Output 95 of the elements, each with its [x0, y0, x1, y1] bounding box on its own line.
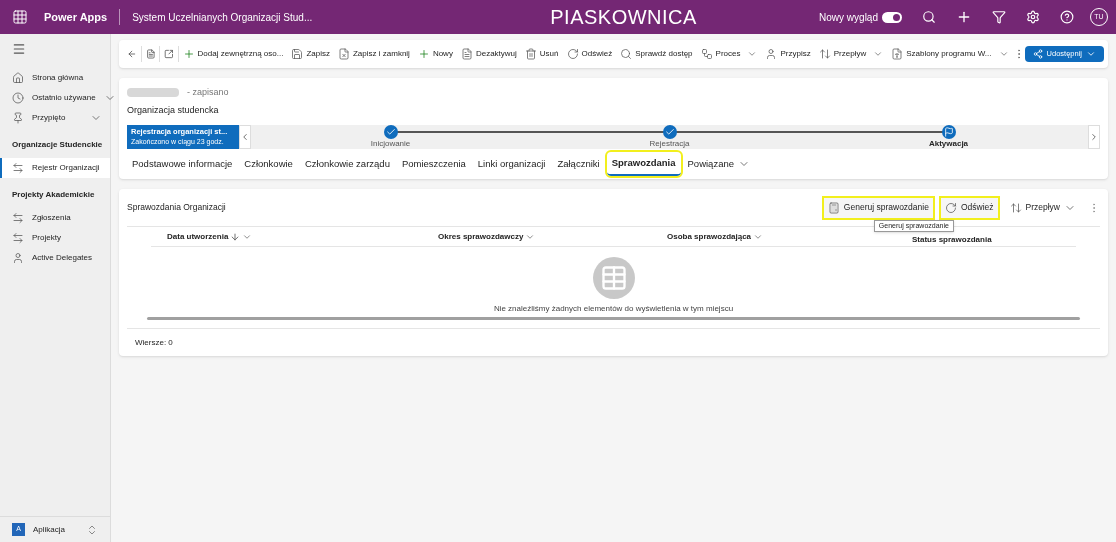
column-header[interactable]: Okres sprawozdawczy: [406, 230, 651, 243]
sidebar-item[interactable]: Projekty: [0, 228, 110, 248]
new-look-toggle[interactable]: [882, 11, 902, 23]
open-window-icon[interactable]: [164, 48, 174, 60]
share-icon: [1032, 49, 1043, 59]
filter-icon[interactable]: [992, 10, 1006, 24]
chevron-icon: [240, 131, 250, 143]
form-tab[interactable]: Załączniki: [552, 152, 605, 176]
redacted-name: [127, 88, 179, 98]
person-icon: [765, 48, 778, 60]
document-icon: [460, 48, 473, 60]
form-tab[interactable]: Linki organizacji: [472, 152, 551, 176]
refresh-icon: [566, 48, 579, 60]
document-icon: [891, 48, 904, 60]
app-launcher-icon[interactable]: [12, 9, 28, 25]
subgrid-action-button[interactable]: Odśwież: [940, 197, 998, 218]
plus-icon: [182, 48, 195, 60]
form-tab[interactable]: Członkowie zarządu: [299, 152, 395, 176]
form-tab[interactable]: Pomieszczenia: [396, 152, 471, 176]
settings-icon[interactable]: [1026, 10, 1040, 24]
command-button[interactable]: Dezaktywuj: [456, 48, 521, 60]
stage-marker[interactable]: [662, 125, 677, 139]
row-count: Wiersze: 0: [135, 336, 173, 349]
subgrid-action-button[interactable]: Generuj sprawozdanie: [823, 197, 933, 218]
person-icon: [12, 252, 24, 264]
app-title[interactable]: System Uczelnianych Organizacji Stud...: [132, 9, 313, 25]
home-icon: [12, 72, 24, 84]
check-icon: [385, 127, 396, 137]
form-tab[interactable]: Sprawozdania: [606, 152, 681, 176]
sidebar-item[interactable]: Przypięto: [0, 108, 110, 128]
check-icon: [664, 127, 675, 137]
stage-marker[interactable]: [383, 125, 398, 139]
column-header[interactable]: Data utworzenia: [151, 230, 406, 243]
new-look-label: Nowy wygląd: [819, 10, 878, 25]
stage-label: Inicjowanie: [370, 139, 411, 149]
document-icon[interactable]: [145, 48, 156, 60]
form-tab[interactable]: Powiązane: [682, 152, 755, 176]
chevron-icon: [1089, 131, 1099, 143]
subgrid-title: Sprawozdania Organizacji: [127, 201, 226, 214]
trash-icon: [524, 48, 537, 60]
form-tab[interactable]: Podstawowe informacje: [127, 152, 238, 176]
stage-label: Aktywacja: [928, 139, 969, 149]
plus-icon[interactable]: [956, 9, 972, 25]
command-button[interactable]: Szablony programu W...: [887, 48, 1013, 60]
save-status: - zapisano: [187, 86, 229, 99]
empty-message: Nie znaleźliśmy żadnych elementów do wyświetlenia w tym miejscu: [493, 303, 734, 315]
stage-label: Rejestracja: [649, 139, 690, 149]
flow-icon: [818, 48, 831, 60]
command-button[interactable]: Usuń: [520, 48, 563, 60]
back-icon[interactable]: [127, 48, 137, 60]
area-switcher[interactable]: Aplikacja: [33, 523, 78, 536]
save-icon: [291, 48, 304, 60]
form-tab[interactable]: Członkowie: [239, 152, 298, 176]
command-button[interactable]: Dodaj zewnętrzną oso...: [178, 48, 288, 60]
flow-icon: [1009, 201, 1022, 214]
app-name[interactable]: Power Apps: [44, 8, 108, 26]
search-icon: [620, 48, 633, 60]
menu-icon[interactable]: [12, 42, 26, 56]
sidebar-item[interactable]: Rejestr Organizacji: [0, 158, 110, 178]
pin-icon: [12, 112, 24, 124]
entity-name: Organizacja studencka: [126, 103, 220, 117]
sidebar-group-heading: Projekty Akademickie: [11, 189, 96, 201]
sidebar-item[interactable]: Strona główna: [0, 68, 110, 88]
clock-icon: [12, 92, 24, 104]
command-button[interactable]: Przepływ: [814, 48, 888, 60]
environment-label: PIASKOWNICA: [550, 5, 697, 30]
chevron-icon: [86, 523, 98, 536]
empty-grid-icon: [592, 257, 635, 299]
calculator-icon: [827, 201, 840, 214]
arrows-icon: [12, 212, 24, 224]
sidebar-item[interactable]: Active Delegates: [0, 248, 110, 268]
command-button[interactable]: Zapisz i zamknij: [334, 48, 414, 60]
search-icon[interactable]: [922, 10, 936, 24]
subgrid-action-button[interactable]: Przepływ: [1005, 197, 1080, 218]
process-icon: [700, 48, 713, 60]
help-icon[interactable]: [1060, 10, 1074, 24]
command-button[interactable]: Przypisz: [761, 48, 815, 60]
stage-marker[interactable]: [941, 125, 956, 139]
arrows-icon: [12, 232, 24, 244]
arrows-icon: [12, 162, 24, 174]
command-button[interactable]: Proces: [696, 48, 762, 60]
column-header[interactable]: Osoba sprawozdająca: [651, 230, 896, 243]
command-button[interactable]: Odśwież: [562, 48, 617, 60]
sidebar-item[interactable]: Ostatnio używane: [0, 88, 110, 108]
chevron-icon: [1086, 49, 1096, 59]
command-button[interactable]: Sprawdź dostęp: [616, 48, 697, 60]
horizontal-scrollbar[interactable]: [147, 317, 1080, 320]
sidebar-group-heading: Organizacje Studenckie: [11, 139, 104, 151]
flag-icon: [943, 127, 954, 137]
command-button[interactable]: Zapisz: [287, 48, 334, 60]
plus-icon: [417, 48, 430, 60]
sidebar-item[interactable]: Zgłoszenia: [0, 208, 110, 228]
refresh-icon: [944, 201, 957, 214]
document-icon: [338, 48, 350, 60]
command-button[interactable]: Nowy: [413, 48, 457, 60]
